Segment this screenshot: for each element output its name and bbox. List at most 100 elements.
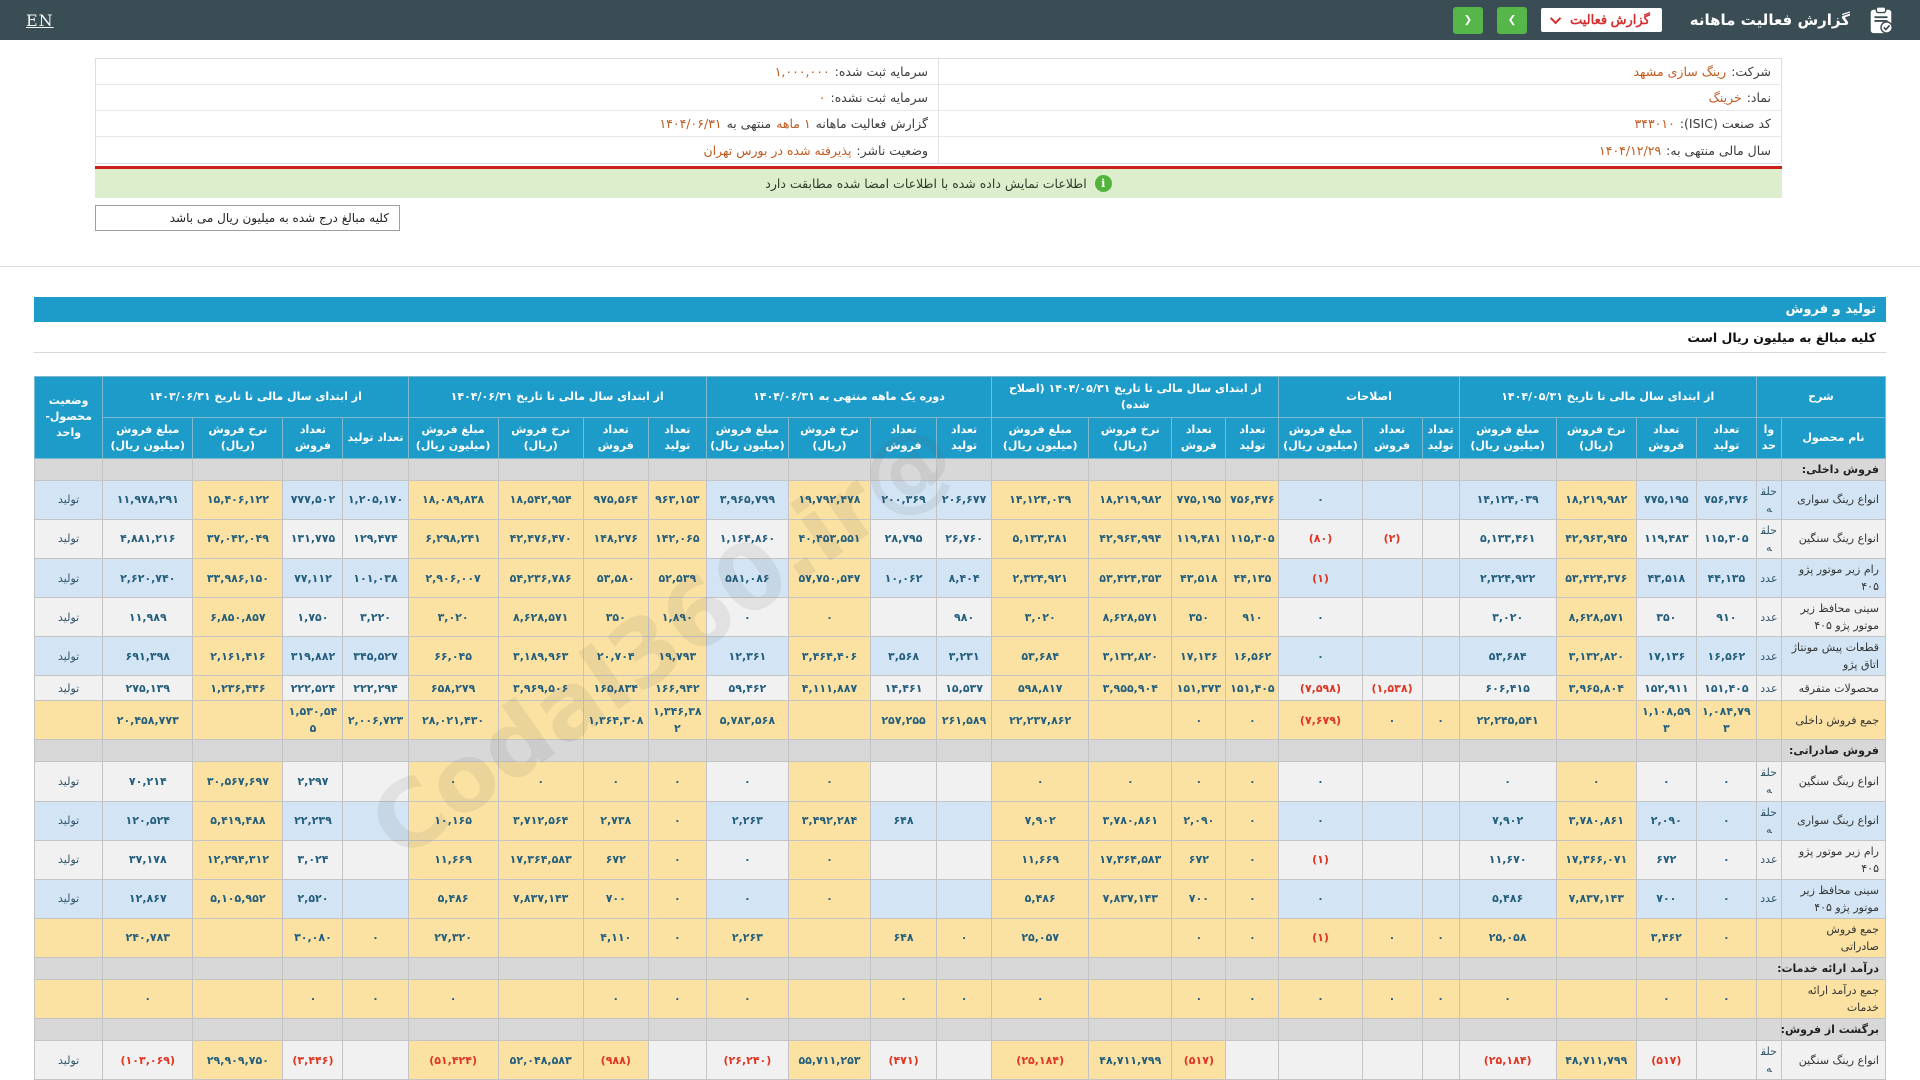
section-label: درآمد ارائه خدمات: xyxy=(1777,956,1887,980)
column-header-p1404-05-adjusted-0: تعداد تولید xyxy=(1225,416,1280,459)
value-cell: ۱۸,۲۱۹,۹۸۲ xyxy=(1088,479,1173,520)
section-cell xyxy=(102,457,194,481)
section-cell xyxy=(192,739,284,763)
column-header-one-month-period-0: تعداد تولید xyxy=(936,416,993,459)
report-type-dropdown[interactable]: گزارش فعالیت xyxy=(1540,8,1662,32)
signed-data-banner: i اطلاعات نمایش داده شده با اطلاعات امضا… xyxy=(95,169,1782,198)
column-group-p1404-06: از ابتدای سال مالی تا تاریخ ۱۴۰۴/۰۶/۳۱ xyxy=(407,376,707,418)
value-cell xyxy=(1361,557,1423,599)
value-cell xyxy=(192,917,284,958)
column-group-one-month-period: دوره یک ماهه منتهی به ۱۴۰۴/۰۶/۳۱ xyxy=(705,376,993,418)
value-cell: ۳۵۰ xyxy=(582,597,649,638)
section-cell xyxy=(1225,739,1280,763)
isic-label: کد صنعت (ISIC): xyxy=(1679,116,1771,131)
sum-row: جمع درآمد ارائه خدمات ۰ ۰ ۰ ۰ ۰ ۰ ۰ ۰ ۰ ۰ ۰ ۰ ۰ ۰ ۰ ۰ ۰ ۰ xyxy=(33,978,1887,1020)
value-cell: تولید xyxy=(33,800,104,841)
next-period-button[interactable]: ❯ xyxy=(1496,6,1527,34)
value-cell: ۱,۰۸۴,۷۹۳ xyxy=(1695,700,1757,741)
value-cell: ۵۲,۵۳۹ xyxy=(647,557,707,599)
table-body: فروش داخلی: انواع رینگ سواری حلقه ۷۵۶,۴۷۶ ۷۷… xyxy=(33,457,1887,1080)
value-cell: ۵۸۱,۰۸۶ xyxy=(705,557,789,599)
value-cell: ۳۷,۱۷۸ xyxy=(102,839,194,880)
section-cell xyxy=(1171,457,1227,481)
section-cell xyxy=(1421,739,1460,763)
section-cell xyxy=(1278,457,1363,481)
production-sales-title: تولید و فروش xyxy=(1785,302,1876,317)
value-cell: ۰ xyxy=(342,978,409,1020)
value-cell: ۰ xyxy=(1278,479,1363,520)
section-label: فروش صادراتی: xyxy=(1780,739,1887,763)
unregistered-capital-row: سرمایه ثبت نشده: ۰ xyxy=(96,85,938,111)
section-cell xyxy=(582,956,649,980)
value-cell: ۲,۲۹۷ xyxy=(282,761,344,802)
value-cell xyxy=(1421,557,1460,599)
section-cell xyxy=(1225,956,1280,980)
section-cell xyxy=(1458,739,1557,763)
table-row: انواع رینگ سنگین حلقه ۱۱۵,۳۰۵ ۱۱۹,۴۸۳ ۴۲,۹۶۳… xyxy=(33,518,1887,559)
value-cell: حلقه xyxy=(1755,800,1782,841)
production-sales-header: تولید و فروش xyxy=(34,297,1886,322)
fiscal-value: ۱۴۰۴/۱۲/۲۹ xyxy=(1599,142,1662,158)
value-cell: ۱۱,۶۶۹ xyxy=(407,839,499,880)
value-cell: ۹۱۰ xyxy=(1695,597,1757,638)
million-rial-note: کلیه مبالغ درج شده به میلیون ریال می باش… xyxy=(169,211,389,225)
value-cell: ۳,۴۶۴,۴۰۶ xyxy=(787,636,872,677)
value-cell: ۵۷,۷۵۰,۵۴۷ xyxy=(787,557,872,599)
value-cell: ۱۱,۶۷۰ xyxy=(1458,839,1557,880)
value-cell: ۶۷۲ xyxy=(582,839,649,880)
value-cell: ۱۷,۳۶۴,۵۸۳ xyxy=(497,839,584,880)
value-cell: ۳,۲۲۰ xyxy=(342,597,409,638)
value-cell xyxy=(870,597,938,638)
value-cell: ۰ xyxy=(647,839,707,880)
value-cell: ۲۷۵,۱۳۹ xyxy=(102,675,194,702)
section-cell xyxy=(33,956,104,980)
value-cell: ۰ xyxy=(1695,978,1757,1020)
value-cell xyxy=(1555,978,1637,1020)
column-header-p1404-05-adjusted-3: مبلغ فروش (میلیون ریال) xyxy=(991,416,1090,459)
value-cell: ۰ xyxy=(1278,636,1363,677)
value-cell: ۱۴۲,۰۶۵ xyxy=(647,518,707,559)
value-cell: عدد xyxy=(1755,675,1782,702)
value-cell xyxy=(192,978,284,1020)
section-cell xyxy=(1755,457,1782,481)
value-cell: ۷۷,۱۱۲ xyxy=(282,557,344,599)
value-cell: ۰ xyxy=(705,878,789,919)
value-cell: ۱۲۹,۴۷۴ xyxy=(342,518,409,559)
value-cell xyxy=(1695,1040,1757,1080)
value-cell: ۵,۱۰۵,۹۵۲ xyxy=(192,878,284,919)
product-name-cell: انواع رینگ سنگین xyxy=(1780,761,1887,802)
section-cell xyxy=(787,956,872,980)
value-cell xyxy=(1361,800,1423,841)
value-cell: ۶۴۸ xyxy=(870,917,938,958)
section-cell xyxy=(1225,1018,1280,1042)
prev-period-button[interactable]: ❮ xyxy=(1452,6,1483,34)
language-toggle-link[interactable]: EN xyxy=(26,11,54,30)
value-cell: ۰ xyxy=(407,978,499,1020)
section-cell xyxy=(1361,739,1423,763)
value-cell: ۲۰۰,۳۶۹ xyxy=(870,479,938,520)
section-cell xyxy=(1458,1018,1557,1042)
value-cell: ۵۳,۵۸۰ xyxy=(582,557,649,599)
section-cell xyxy=(1361,956,1423,980)
section-cell xyxy=(33,457,104,481)
section-cell xyxy=(342,739,409,763)
publisher-status-value: پذیرفته شده در بورس تهران xyxy=(703,142,852,158)
value-cell: ۴۲,۹۶۳,۹۹۴ xyxy=(1088,518,1173,559)
value-cell: ۷,۸۳۷,۱۴۳ xyxy=(1555,878,1637,919)
value-cell: ۰ xyxy=(1171,917,1227,958)
value-cell: ۰ xyxy=(1088,761,1173,802)
table-row: انواع رینگ سواری حلقه ۰ ۲,۰۹۰ ۳,۷۸۰,۸۶۱ ۷,۹۰۲… xyxy=(33,800,1887,841)
value-cell: ۲,۹۰۶,۰۰۷ xyxy=(407,557,499,599)
value-cell: ۷۷۵,۱۹۵ xyxy=(1635,479,1697,520)
section-cell xyxy=(991,457,1090,481)
value-cell: تولید xyxy=(33,636,104,677)
value-cell: ۲۰۶,۶۷۷ xyxy=(936,479,993,520)
value-cell: ۰ xyxy=(582,761,649,802)
value-cell: ۶۹۱,۳۹۸ xyxy=(102,636,194,677)
value-cell: ۴۸,۷۱۱,۷۹۹ xyxy=(1555,1040,1637,1080)
value-cell: ۲,۱۶۱,۴۱۶ xyxy=(192,636,284,677)
value-cell: ۰ xyxy=(705,839,789,880)
value-cell xyxy=(936,839,993,880)
value-cell: ۳,۴۹۲,۲۸۴ xyxy=(787,800,872,841)
value-cell: ۱,۲۰۵,۱۷۰ xyxy=(342,479,409,520)
